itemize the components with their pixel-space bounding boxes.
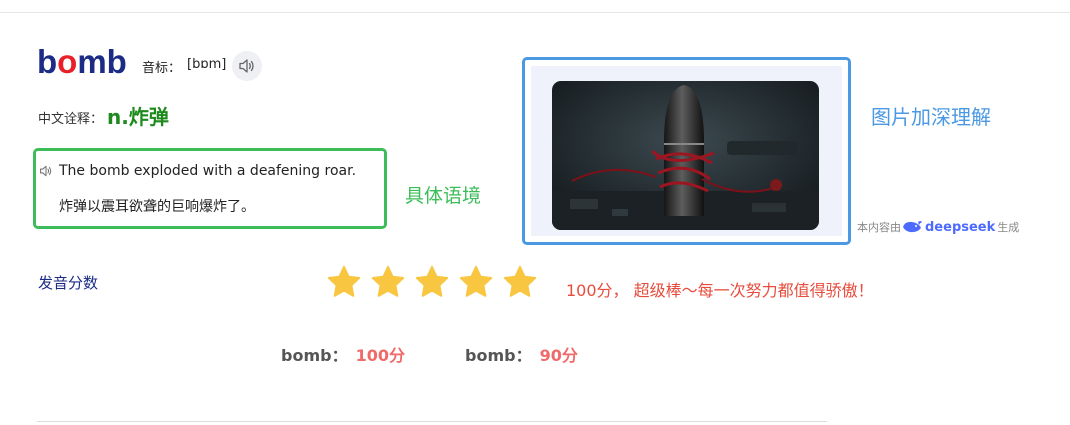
result-word: bomb： <box>281 346 348 365</box>
definition-label: 中文诠释： <box>38 112 104 127</box>
star-rating <box>326 264 546 300</box>
phonetic-text: [bɒm] <box>187 57 227 72</box>
star-icon <box>371 265 405 297</box>
speaker-icon <box>239 59 254 73</box>
star-icon <box>503 265 537 297</box>
result-item: bomb： 100分 <box>281 342 405 366</box>
credit-suffix: 生成 <box>997 221 1020 234</box>
context-label: 具体语境 <box>405 185 482 207</box>
pronunciation-label: 发音分数 <box>38 274 99 292</box>
word-part: mb <box>77 43 127 80</box>
phonetic-label: 音标： <box>142 61 182 76</box>
top-divider <box>0 12 1070 13</box>
image-frame <box>522 57 851 245</box>
star-icon <box>459 265 493 297</box>
word-highlight-letter: o <box>57 43 78 80</box>
bottom-divider <box>37 421 827 422</box>
example-box: The bomb exploded with a deafening roar.… <box>33 148 387 229</box>
example-sentence-en: The bomb exploded with a deafening roar. <box>59 163 357 179</box>
definition-text: n.炸弹 <box>107 105 169 129</box>
result-score: 100分 <box>355 346 405 365</box>
play-audio-button[interactable] <box>232 51 262 81</box>
example-sentence-cn: 炸弹以震耳欲聋的巨响爆炸了。 <box>59 199 255 215</box>
image-background <box>531 66 842 236</box>
star-icon <box>415 265 449 297</box>
word-part: b <box>37 43 58 80</box>
credit-brand: deepseek <box>925 219 996 235</box>
ai-credit: 本内容由 deepseek 生成 <box>857 219 1019 235</box>
star-icon <box>327 265 361 297</box>
result-word: bomb： <box>465 346 532 365</box>
result-item: bomb： 90分 <box>465 342 578 366</box>
credit-prefix: 本内容由 <box>857 221 901 234</box>
score-message: 100分， 超级棒～每一次努力都值得骄傲！ <box>566 281 874 300</box>
image-section-label: 图片加深理解 <box>871 105 991 129</box>
word-title: bomb <box>37 42 127 82</box>
bomb-image <box>552 81 819 230</box>
result-score: 90分 <box>539 346 578 365</box>
speaker-icon[interactable] <box>39 164 53 178</box>
deepseek-whale-icon <box>903 221 922 233</box>
